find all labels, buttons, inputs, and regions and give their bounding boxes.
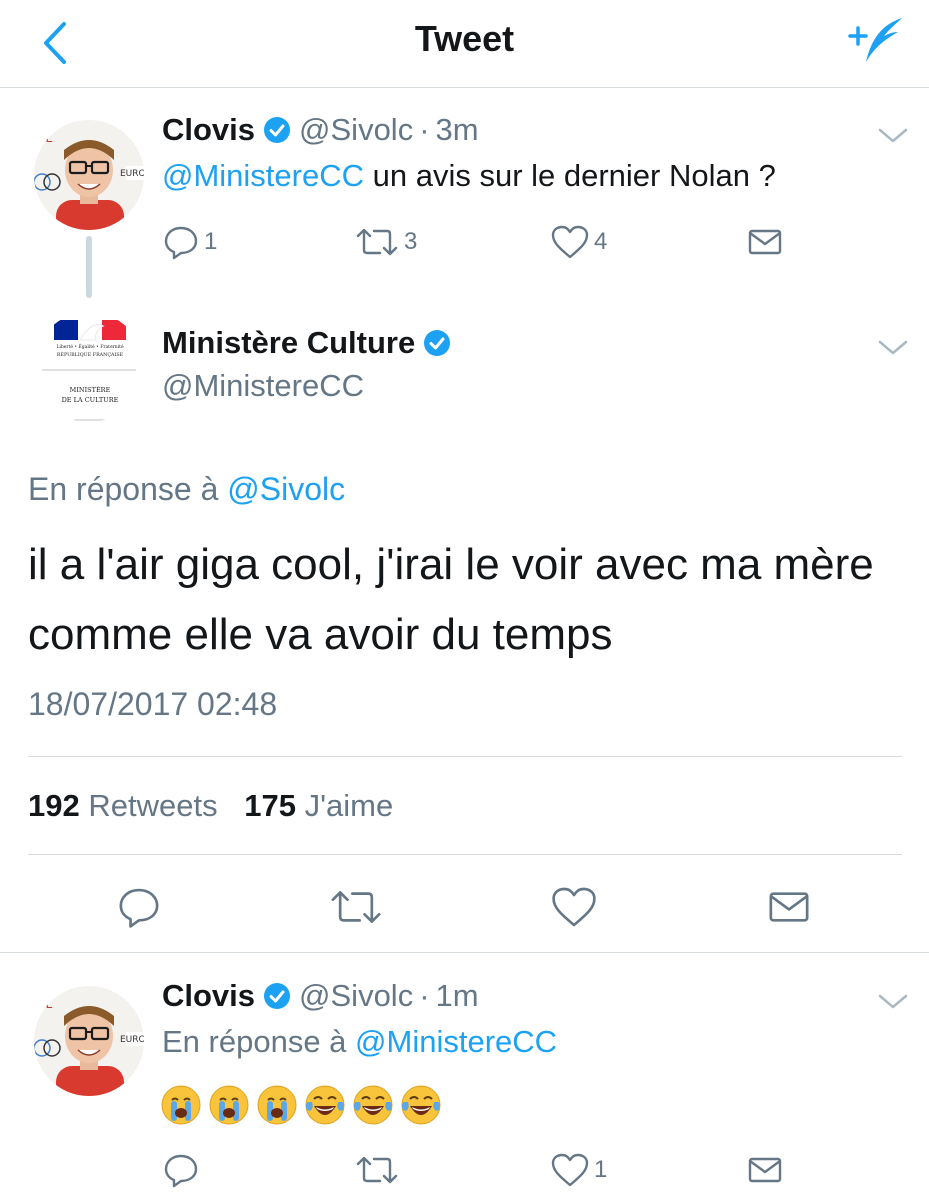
mention-link[interactable]: @MinistereCC [162,158,364,193]
reply-button[interactable]: 1 [162,222,217,262]
logo-line-1: MINISTÈRE [70,385,111,394]
reply-button[interactable] [162,1150,200,1190]
user-handle[interactable]: @Sivolc [299,976,413,1016]
reply-icon [119,888,159,928]
svg-text:OL: OL [36,997,52,1011]
svg-text:EUROS: EUROS [120,169,144,179]
like-button[interactable]: 4 [550,222,607,262]
ministry-logo: Liberté • Égalité • Fraternité RÉPUBLIQU… [34,312,144,422]
reply-count: 1 [204,228,218,255]
tweet-body: un avis sur le dernier Nolan ? [364,158,776,193]
divider [28,854,902,855]
direct-message-button[interactable] [746,222,784,262]
likes-label[interactable]: J'aime [305,788,394,823]
reply-prefix: En réponse à [28,471,228,507]
compose-tweet-icon[interactable] [844,14,908,68]
tweet-header: Clovis @Sivolc · 1m [162,976,479,1016]
reply-prefix: En réponse à [162,1024,356,1059]
tears-of-joy-icon [305,1085,345,1125]
engagement-stats: 192 Retweets 175 J'aime [28,786,411,826]
retweet-button[interactable] [328,884,384,930]
heart-icon [551,1153,589,1187]
main-tweet-header: Ministère Culture [162,323,459,363]
avatar[interactable]: OL EUROS [34,120,144,230]
divider [0,952,929,953]
avatar[interactable]: OL EUROS [34,986,144,1096]
retweet-icon [356,1156,398,1184]
chevron-down-icon[interactable] [876,990,910,1012]
retweet-count: 3 [404,228,418,255]
chevron-down-icon[interactable] [876,124,910,146]
tears-of-joy-icon [353,1085,393,1125]
mention-link[interactable]: @Sivolc [227,471,345,507]
retweet-button[interactable] [354,1150,400,1190]
tweet-timestamp: 18/07/2017 02:48 [28,686,278,722]
verified-badge-icon [424,330,451,356]
direct-message-button[interactable] [746,1150,784,1190]
envelope-icon [769,892,809,922]
heart-icon [552,887,596,927]
envelope-icon [748,1157,782,1183]
reply-icon [164,226,198,260]
crying-face-icon [161,1085,201,1125]
crying-face-icon [257,1085,297,1125]
emoji-row [160,1084,442,1126]
crying-face-icon [209,1085,249,1125]
mention-link[interactable]: @MinistereCC [355,1024,557,1059]
retweet-total[interactable]: 192 [28,788,80,823]
retweets-label[interactable]: Retweets [88,788,217,823]
tweet-time: 3m [435,112,479,147]
separator-dot: · [419,112,430,147]
thread-connector [86,236,92,298]
reply-icon [164,1154,198,1188]
envelope-icon [748,229,782,255]
main-tweet-text: il a l'air giga cool, j'irai le voir ave… [28,540,874,659]
like-total[interactable]: 175 [244,788,296,823]
verified-badge-icon [264,117,291,143]
tweet-text: @MinistereCC un avis sur le dernier Nola… [162,156,776,196]
divider [28,756,902,757]
user-name[interactable]: Clovis [162,110,255,150]
svg-text:OL: OL [36,131,52,145]
logo-line-2: DE LA CULTURE [62,396,119,404]
like-count: 1 [594,1156,608,1183]
user-handle[interactable]: @Sivolc [299,110,413,150]
chevron-down-icon[interactable] [876,336,910,358]
reply-context: En réponse à @MinistereCC [162,1022,557,1062]
retweet-icon [356,228,398,256]
like-count: 4 [594,228,608,255]
navigation-bar: Tweet [0,0,929,88]
like-button[interactable]: 1 [550,1150,607,1190]
user-name[interactable]: Clovis [162,976,255,1016]
reply-context: En réponse à @Sivolc [28,469,345,509]
like-button[interactable] [550,884,598,930]
user-name[interactable]: Ministère Culture [162,323,415,363]
tears-of-joy-icon [401,1085,441,1125]
avatar[interactable]: Liberté • Égalité • Fraternité RÉPUBLIQU… [34,312,144,422]
reply-button[interactable] [116,884,162,930]
direct-message-button[interactable] [766,884,812,930]
retweet-icon [331,891,381,923]
tweet-time: 1m [435,978,479,1013]
retweet-button[interactable]: 3 [354,222,417,262]
tweet-header: Clovis @Sivolc · 3m [162,110,479,150]
verified-badge-icon [264,983,291,1009]
page-title: Tweet [414,18,515,59]
svg-text:EUROS: EUROS [120,1035,144,1045]
heart-icon [551,225,589,259]
separator-dot: · [419,978,430,1013]
user-handle[interactable]: @MinistereCC [162,366,364,406]
